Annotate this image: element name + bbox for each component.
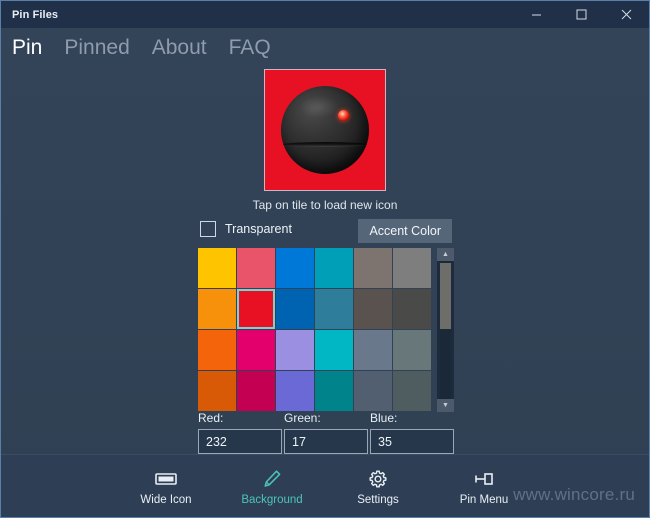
scrollbar-thumb[interactable] xyxy=(440,263,451,329)
color-swatch[interactable] xyxy=(354,289,392,329)
bottom-item-label: Settings xyxy=(357,493,399,506)
color-swatch[interactable] xyxy=(237,248,275,288)
tab-bar: Pin Pinned About FAQ xyxy=(1,28,649,66)
tile-preview-area: Tap on tile to load new icon xyxy=(1,66,649,212)
color-swatch[interactable] xyxy=(315,289,353,329)
color-swatch[interactable] xyxy=(198,330,236,370)
color-palette-area: ▲ ▼ xyxy=(198,248,454,412)
color-swatch[interactable] xyxy=(315,248,353,288)
color-swatch[interactable] xyxy=(354,371,392,411)
tab-pinned[interactable]: Pinned xyxy=(64,37,129,58)
transparent-label: Transparent xyxy=(225,222,292,236)
bottom-item-pin-menu[interactable]: Pin Menu xyxy=(450,467,518,506)
color-swatch[interactable] xyxy=(198,289,236,329)
palette-row xyxy=(198,289,434,329)
window-controls xyxy=(514,1,649,28)
mine-sphere-icon xyxy=(281,86,369,174)
color-swatch[interactable] xyxy=(276,248,314,288)
green-group: Green: xyxy=(284,411,368,454)
transparent-checkbox[interactable] xyxy=(200,221,216,237)
transparent-checkbox-group[interactable]: Transparent xyxy=(200,221,292,237)
blue-label: Blue: xyxy=(370,411,398,425)
minimize-icon xyxy=(532,14,541,16)
palette-row xyxy=(198,330,434,370)
palette-row xyxy=(198,248,434,288)
green-input[interactable] xyxy=(284,429,368,454)
green-label: Green: xyxy=(284,411,321,425)
bottom-item-wide-icon[interactable]: Wide Icon xyxy=(132,467,200,506)
pin-icon xyxy=(473,467,495,491)
color-swatch[interactable] xyxy=(393,330,431,370)
blue-input[interactable] xyxy=(370,429,454,454)
scroll-up-arrow-icon[interactable]: ▲ xyxy=(437,248,454,261)
color-swatch[interactable] xyxy=(393,248,431,288)
icon-tile[interactable] xyxy=(264,69,386,191)
red-label: Red: xyxy=(198,411,224,425)
color-swatch[interactable] xyxy=(393,371,431,411)
red-input[interactable] xyxy=(198,429,282,454)
app-window: Pin Files Pin Pinned About FAQ Tap on ti… xyxy=(0,0,650,518)
accent-color-button[interactable]: Accent Color xyxy=(358,219,452,243)
color-swatch[interactable] xyxy=(354,248,392,288)
rgb-inputs-row: Red: Green: Blue: xyxy=(198,411,454,454)
wide-tile-icon xyxy=(155,467,177,491)
watermark: www.wincore.ru xyxy=(513,485,635,504)
tab-about[interactable]: About xyxy=(152,37,207,58)
color-swatch[interactable] xyxy=(276,289,314,329)
close-icon xyxy=(621,9,632,20)
palette-row xyxy=(198,371,434,411)
tab-pin[interactable]: Pin xyxy=(12,37,42,58)
maximize-icon xyxy=(576,9,587,20)
color-swatch[interactable] xyxy=(276,330,314,370)
color-swatch[interactable] xyxy=(237,371,275,411)
bottom-item-label: Wide Icon xyxy=(140,493,192,506)
color-swatch[interactable] xyxy=(315,330,353,370)
color-swatch[interactable] xyxy=(198,248,236,288)
color-swatch[interactable] xyxy=(198,371,236,411)
pencil-icon xyxy=(262,467,282,491)
mine-led-icon xyxy=(338,110,349,121)
bottom-item-settings[interactable]: Settings xyxy=(344,467,412,506)
gear-icon xyxy=(368,467,388,491)
mine-seam xyxy=(283,142,367,147)
minimize-button[interactable] xyxy=(514,1,559,28)
color-swatch[interactable] xyxy=(276,371,314,411)
color-swatch[interactable] xyxy=(237,289,275,329)
close-button[interactable] xyxy=(604,1,649,28)
mine-highlight xyxy=(299,96,339,118)
tab-faq[interactable]: FAQ xyxy=(229,37,271,58)
tile-caption: Tap on tile to load new icon xyxy=(252,198,398,212)
window-title: Pin Files xyxy=(12,8,59,21)
bottom-item-background[interactable]: Background xyxy=(238,467,306,506)
color-swatch[interactable] xyxy=(315,371,353,411)
options-row: Transparent Accent Color xyxy=(200,219,452,245)
title-bar: Pin Files xyxy=(1,1,649,28)
color-palette-grid[interactable] xyxy=(198,248,434,412)
color-swatch[interactable] xyxy=(237,330,275,370)
bottom-item-label: Pin Menu xyxy=(459,493,509,506)
maximize-button[interactable] xyxy=(559,1,604,28)
red-group: Red: xyxy=(198,411,282,454)
color-swatch[interactable] xyxy=(354,330,392,370)
blue-group: Blue: xyxy=(370,411,454,454)
bottom-item-label: Background xyxy=(241,493,303,506)
palette-scrollbar[interactable]: ▲ ▼ xyxy=(437,248,454,412)
color-swatch[interactable] xyxy=(393,289,431,329)
